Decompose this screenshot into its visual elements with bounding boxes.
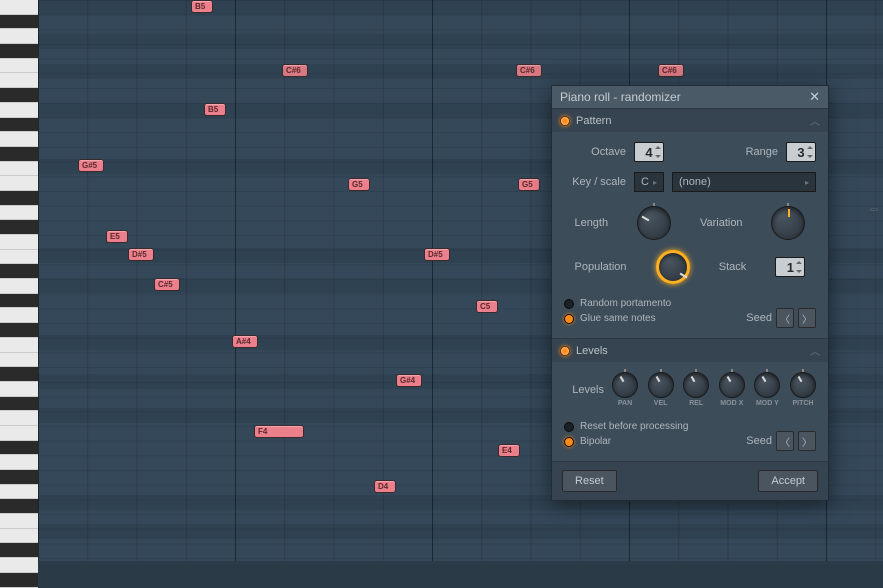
levels-header-label: Levels [576,345,608,357]
chevron-up-icon[interactable]: ︿ [810,343,820,358]
length-label: Length [574,217,608,229]
scale-select[interactable]: (none)▸ [672,172,816,192]
note[interactable]: D#5 [424,248,450,261]
key-select[interactable]: C▸ [634,172,664,192]
random-portamento-toggle[interactable]: Random portamento [564,298,746,309]
length-knob[interactable]: .knob::before{transform:rotate(var(--rot… [637,206,671,240]
pan-knob[interactable] [612,372,638,398]
glue-same-notes-toggle[interactable]: Glue same notes [564,313,746,324]
dialog-title-text: Piano roll - randomizer [560,90,681,104]
variation-label: Variation [700,217,743,229]
knob-label: MOD X [720,400,743,407]
seed-next-button[interactable]: 〉 [798,308,816,328]
population-label: Population [575,261,627,273]
mod y-knob[interactable] [754,372,780,398]
note[interactable]: G#4 [396,374,422,387]
reset-button[interactable]: Reset [562,470,617,492]
note[interactable]: G5 [518,178,540,191]
levels-label: Levels [564,384,604,396]
note[interactable]: E4 [498,444,520,457]
close-icon[interactable]: ✕ [809,89,820,105]
arrow-right-icon: ▸ [653,178,657,187]
range-stepper[interactable]: 3 [786,142,816,162]
mod x-knob[interactable] [719,372,745,398]
note[interactable]: G5 [348,178,370,191]
octave-stepper[interactable]: 4 [634,142,664,162]
piano-keyboard[interactable] [0,0,38,561]
note[interactable]: B5 [191,0,213,13]
seed-next-button[interactable]: 〉 [798,431,816,451]
note[interactable]: D#5 [128,248,154,261]
note[interactable]: C#5 [154,278,180,291]
dialog-titlebar[interactable]: Piano roll - randomizer ✕ [552,86,828,108]
note[interactable]: D4 [374,480,396,493]
resize-handle-icon[interactable]: ⇔ [867,200,881,216]
knob-label: MOD Y [756,400,779,407]
levels-led-icon[interactable] [560,346,570,356]
seed-label: Seed [746,312,772,324]
note[interactable]: C5 [476,300,498,313]
note[interactable]: F4 [254,425,304,438]
note[interactable]: C#6 [658,64,684,77]
variation-knob[interactable] [771,206,805,240]
accept-button[interactable]: Accept [758,470,818,492]
knob-label: PITCH [792,400,813,407]
population-knob[interactable] [656,250,690,284]
knob-label: PAN [618,400,632,407]
vel-knob[interactable] [648,372,674,398]
pattern-section-header[interactable]: Pattern ︿ [552,108,828,132]
levels-section-body: Levels PAN VEL REL MOD X MOD Y PITCH Reset be… [552,362,828,461]
seed-prev-button[interactable]: 〈 [776,431,794,451]
seed-prev-button[interactable]: 〈 [776,308,794,328]
chevron-up-icon[interactable]: ︿ [810,113,820,128]
pattern-header-label: Pattern [576,115,611,127]
bipolar-toggle[interactable]: Bipolar [564,436,746,447]
pitch-knob[interactable] [790,372,816,398]
radio-on-icon [564,437,574,447]
note[interactable]: G#5 [78,159,104,172]
note[interactable]: A#4 [232,335,258,348]
knob-label: VEL [654,400,668,407]
levels-section-header[interactable]: Levels ︿ [552,338,828,362]
reset-before-toggle[interactable]: Reset before processing [564,421,746,432]
note[interactable]: B5 [204,103,226,116]
octave-label: Octave [564,146,626,158]
pattern-section-body: Octave 4 Range 3 Key / scale C▸ (none)▸ … [552,132,828,338]
randomizer-dialog: Piano roll - randomizer ✕ Pattern ︿ Octa… [551,85,829,501]
seed-label: Seed [746,435,772,447]
stack-stepper[interactable]: 1 [775,257,805,277]
stack-label: Stack [719,261,747,273]
pattern-led-icon[interactable] [560,116,570,126]
knob-label: REL [689,400,703,407]
note[interactable]: C#6 [516,64,542,77]
rel-knob[interactable] [683,372,709,398]
note[interactable]: E5 [106,230,128,243]
note[interactable]: C#6 [282,64,308,77]
keyscale-label: Key / scale [564,176,626,188]
range-label: Range [672,146,778,158]
radio-off-icon [564,299,574,309]
radio-off-icon [564,422,574,432]
radio-on-icon [564,314,574,324]
dialog-footer: Reset Accept [552,461,828,500]
arrow-right-icon: ▸ [805,178,809,187]
